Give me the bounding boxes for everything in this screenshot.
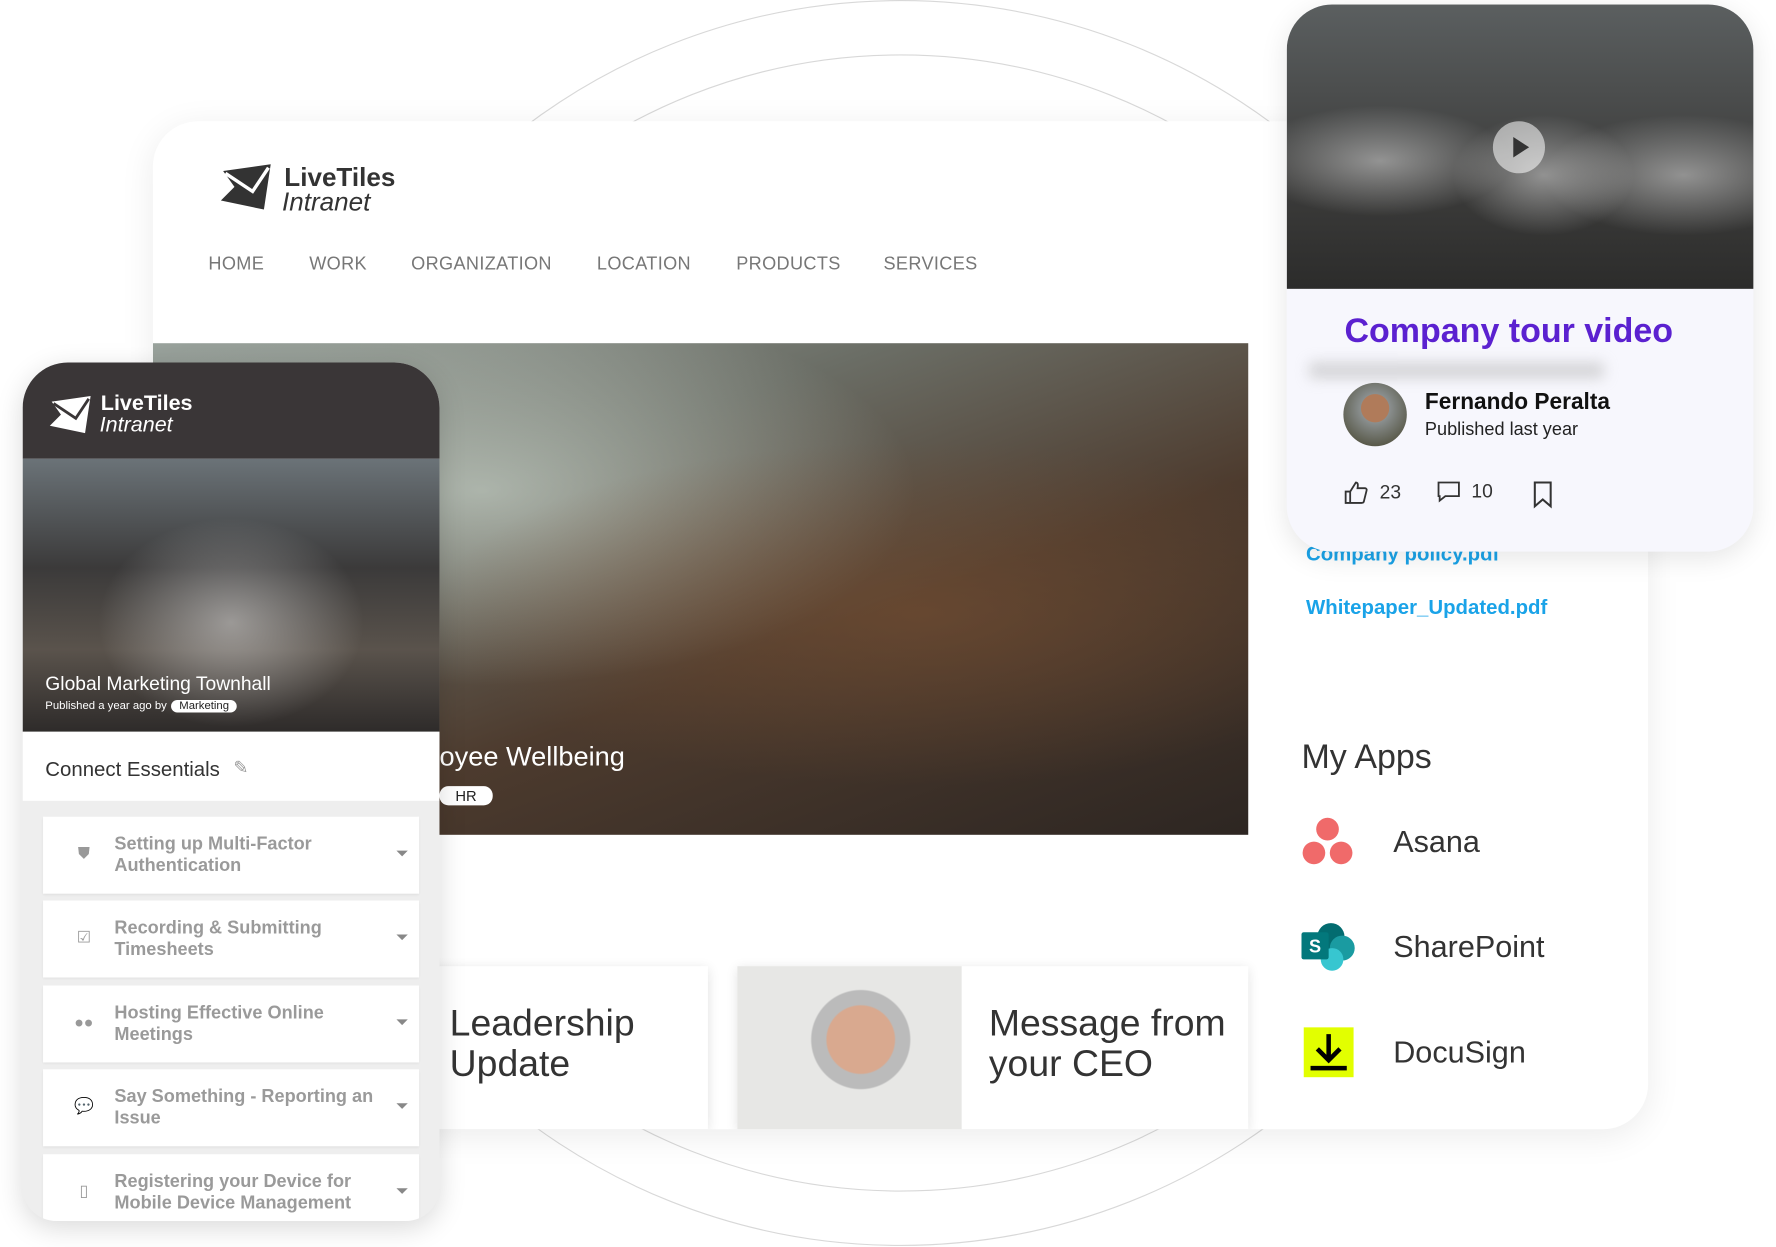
blurred-line [1309,362,1604,379]
brand-line2: Intranet [99,413,173,438]
item-label: Registering your Device for Mobile Devic… [114,1172,352,1214]
like-count: 23 [1379,481,1402,503]
item-label: Recording & Submitting Timesheets [114,918,322,960]
hero-tag: HR [439,786,493,806]
list-item[interactable]: 💬 Say Something - Reporting an Issue [43,1069,420,1147]
item-label: Say Something - Reporting an Issue [114,1087,374,1129]
news-banner[interactable]: Global Marketing Townhall Published a ye… [22,458,440,732]
ceo-photo [737,966,962,1130]
play-icon [1513,137,1530,158]
tile-title: Leadership Update [449,1001,635,1084]
brand-line2: Intranet [282,186,371,217]
news-title: Global Marketing Townhall [45,672,271,695]
like-button[interactable]: 23 [1343,480,1401,505]
sharepoint-icon: S [1301,923,1355,971]
checkbox-icon: ☑ [76,927,91,946]
nav-home[interactable]: HOME [208,255,264,275]
chevron-down-icon[interactable] [396,1188,408,1194]
news-tag: Marketing [171,700,237,713]
livetiles-logo-icon [49,396,91,434]
video-thumbnail[interactable] [1286,4,1754,289]
comment-icon [1437,481,1460,503]
mobile-intranet-card: LiveTiles Intranet Global Marketing Town… [22,362,440,1222]
chevron-down-icon[interactable] [396,934,408,941]
bookmark-icon[interactable] [1533,481,1553,509]
comment-count: 10 [1471,480,1493,502]
play-button[interactable] [1492,121,1546,174]
livetiles-logo-icon [220,164,271,210]
svg-text:S: S [1309,937,1321,957]
logo[interactable]: LiveTiles Intranet [219,162,423,216]
app-name: SharePoint [1393,929,1545,964]
edit-icon[interactable]: ✎ [233,757,248,780]
chevron-down-icon[interactable] [396,1103,408,1109]
app-docusign[interactable]: DocuSign [1301,1024,1526,1081]
app-name: Asana [1393,824,1480,859]
list-item[interactable]: ▯ Registering your Device for Mobile Devi… [43,1154,420,1222]
video-title[interactable]: Company tour video [1345,313,1674,352]
mobile-icon: ▯ [79,1181,89,1200]
nav-organization[interactable]: ORGANIZATION [411,255,552,275]
news-published: Published a year ago by [45,700,167,713]
comment-button[interactable]: 10 [1437,480,1493,503]
list-item[interactable]: ☑ Recording & Submitting Timesheets [43,900,420,978]
document-link[interactable]: Whitepaper_Updated.pdf [1306,596,1547,620]
hero-title[interactable]: oyee Wellbeing [439,742,624,774]
leadership-update-tile[interactable]: Leadership Update [413,966,708,1130]
nav-services[interactable]: SERVICES [884,255,978,275]
item-label: Hosting Effective Online Meetings [114,1003,324,1045]
chevron-down-icon[interactable] [396,1019,408,1026]
docusign-icon [1303,1027,1354,1078]
news-meta: Published a year ago by Marketing [45,700,237,713]
chevron-down-icon[interactable] [396,850,408,857]
app-asana[interactable]: Asana [1301,813,1480,870]
section-title: Connect Essentials [45,757,220,781]
chat-icon: 💬 [73,1096,94,1115]
nav-work[interactable]: WORK [309,255,367,275]
nav-location[interactable]: LOCATION [597,255,691,275]
publish-date: Published last year [1424,420,1579,440]
list-item[interactable]: ●● Hosting Effective Online Meetings [43,985,420,1063]
author-avatar[interactable] [1343,382,1407,447]
app-sharepoint[interactable]: S SharePoint [1301,919,1545,976]
shield-icon: ⛊ [77,843,90,862]
thumbs-up-icon [1344,481,1368,504]
list-item[interactable]: ⛊ Setting up Multi-Factor Authentication [43,816,420,894]
item-label: Setting up Multi-Factor Authentication [114,834,312,876]
asana-icon [1302,817,1353,865]
section-header: Connect Essentials ✎ [22,731,440,801]
tile-title: Message from your CEO [988,1001,1226,1084]
app-name: DocuSign [1393,1034,1526,1069]
my-apps-title: My Apps [1301,738,1432,776]
mobile-header: LiveTiles Intranet [22,362,440,459]
ceo-message-tile[interactable]: Message from your CEO [737,966,1249,1130]
author-name[interactable]: Fernando Peralta [1425,390,1610,416]
users-icon: ●● [74,1012,94,1031]
nav-products[interactable]: PRODUCTS [736,255,840,275]
video-card[interactable]: Company tour video Fernando Peralta Publ… [1286,4,1754,552]
